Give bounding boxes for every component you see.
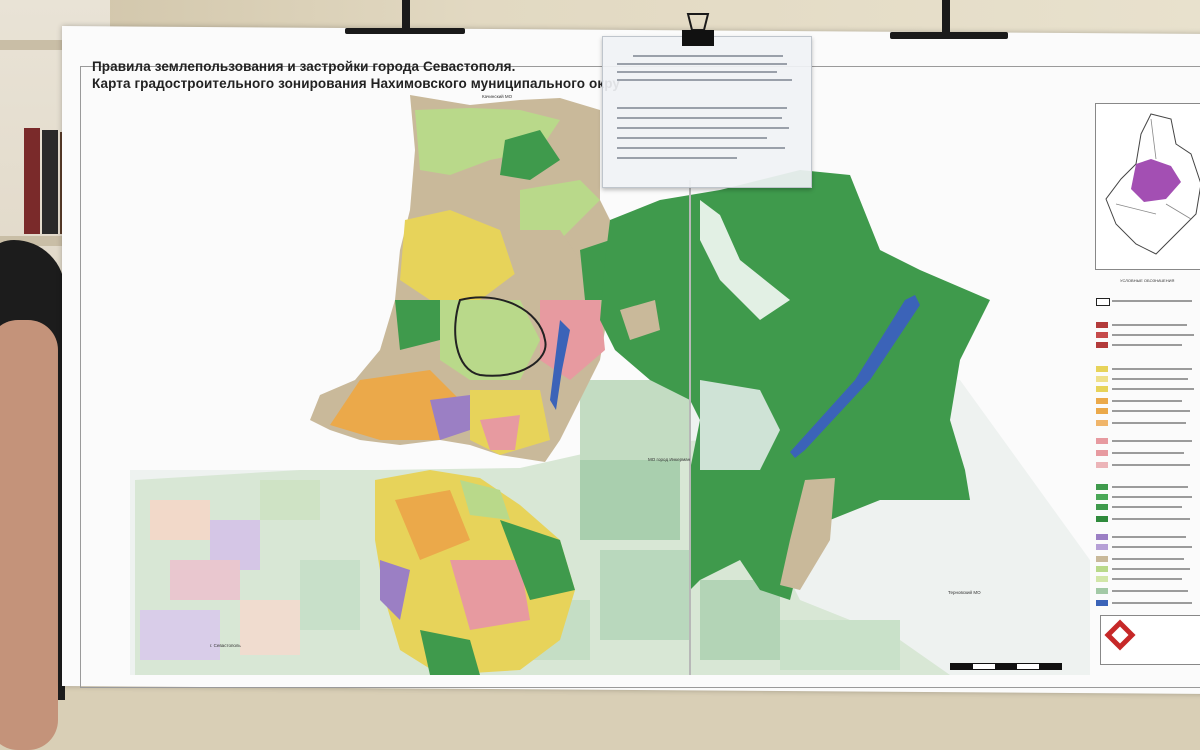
- legend-text-line: [1112, 324, 1187, 326]
- legend-swatch: [1096, 566, 1108, 572]
- legend-text-line: [1112, 496, 1192, 498]
- legend-swatch: [1096, 556, 1108, 562]
- legend-swatch: [1096, 576, 1108, 582]
- notice-line: [617, 63, 787, 65]
- binder-clip: [682, 13, 714, 46]
- map-title-line-1: Правила землепользования и застройки гор…: [92, 59, 516, 74]
- notice-line: [617, 71, 777, 73]
- notice-line: [617, 107, 787, 109]
- legend-swatch: [1096, 420, 1108, 426]
- legend-swatch: [1096, 376, 1108, 382]
- notice-line: [633, 55, 783, 57]
- legend-swatch: [1096, 484, 1108, 490]
- legend-swatch: [1096, 600, 1108, 606]
- notice-line: [617, 79, 792, 81]
- legend-swatch: [1096, 342, 1108, 348]
- legend-text-line: [1112, 334, 1194, 336]
- map-title-line-2: Карта градостроительного зонирования Нах…: [92, 76, 620, 91]
- board-seam: [689, 180, 691, 675]
- legend-text-line: [1112, 388, 1194, 390]
- scale-bar: [950, 663, 1062, 670]
- legend-swatch: [1096, 450, 1108, 456]
- legend-swatch: [1096, 462, 1108, 468]
- legend-swatch: [1096, 298, 1110, 306]
- legend-swatch: [1096, 332, 1108, 338]
- legend-swatch: [1096, 408, 1108, 414]
- place-label-north: Качинский МО: [482, 94, 513, 99]
- legend-swatch: [1096, 398, 1108, 404]
- notice-line: [617, 147, 785, 149]
- map-legend: УСЛОВНЫЕ ОБОЗНАЧЕНИЯ: [1090, 278, 1200, 638]
- hanging-clip-left: [345, 0, 465, 34]
- notice-line: [617, 127, 789, 129]
- legend-swatch: [1096, 322, 1108, 328]
- legend-text-line: [1112, 410, 1190, 412]
- stamp-emblem: [1104, 619, 1136, 651]
- notice-line: [617, 117, 782, 119]
- legend-text-line: [1112, 578, 1182, 580]
- legend-text-line: [1112, 378, 1188, 380]
- place-label-south-west: г. Севастополь: [210, 643, 241, 648]
- legend-swatch: [1096, 494, 1108, 500]
- legend-title: УСЛОВНЫЕ ОБОЗНАЧЕНИЯ: [1120, 278, 1175, 283]
- legend-text-line: [1112, 558, 1184, 560]
- map-title: Правила землепользования и застройки гор…: [92, 58, 620, 92]
- legend-text-line: [1112, 518, 1190, 520]
- legend-swatch: [1096, 366, 1108, 372]
- legend-text-line: [1112, 344, 1182, 346]
- posted-notice-sheet: [602, 36, 812, 188]
- legend-text-line: [1112, 486, 1188, 488]
- inset-map-drawing: [1105, 113, 1200, 255]
- legend-swatch: [1096, 544, 1108, 550]
- legend-swatch: [1096, 438, 1108, 444]
- legend-text-line: [1112, 422, 1186, 424]
- legend-text-line: [1112, 590, 1188, 592]
- legend-swatch: [1096, 504, 1108, 510]
- legend-text-line: [1112, 464, 1190, 466]
- hanging-clip-right: [890, 0, 1008, 39]
- place-label-east: Терновский МО: [948, 590, 981, 595]
- legend-text-line: [1112, 400, 1182, 402]
- title-block-stamp: [1100, 615, 1200, 665]
- legend-text-line: [1112, 602, 1192, 604]
- legend-swatch: [1096, 534, 1108, 540]
- legend-swatch: [1096, 516, 1108, 522]
- legend-text-line: [1112, 452, 1184, 454]
- legend-text-line: [1112, 546, 1192, 548]
- legend-text-line: [1112, 368, 1192, 370]
- notice-line: [617, 157, 737, 159]
- locator-inset-map: [1095, 103, 1200, 270]
- place-label-center: МО город Инкерман: [648, 457, 691, 462]
- legend-text-line: [1112, 536, 1186, 538]
- legend-text-line: [1112, 300, 1192, 302]
- legend-text-line: [1112, 568, 1190, 570]
- legend-swatch: [1096, 386, 1108, 392]
- legend-text-line: [1112, 506, 1182, 508]
- legend-text-line: [1112, 440, 1192, 442]
- notice-line: [617, 137, 767, 139]
- legend-swatch: [1096, 588, 1108, 594]
